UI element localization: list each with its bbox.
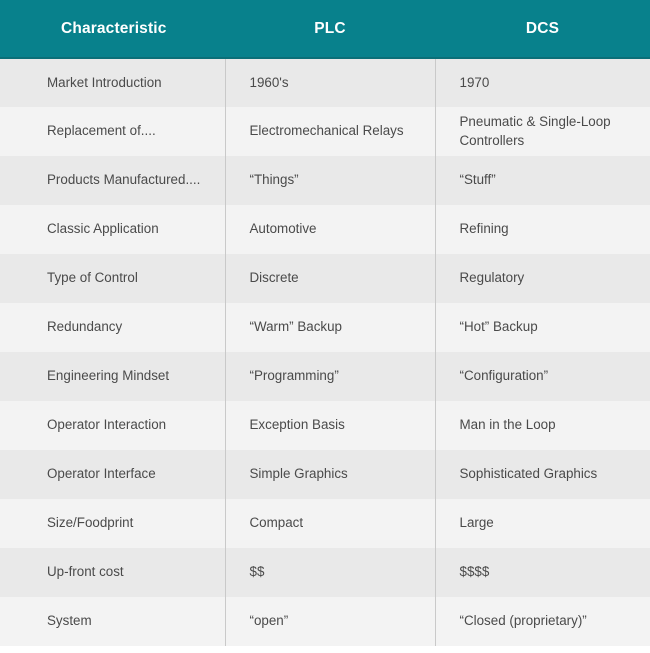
cell-dcs: Man in the Loop xyxy=(434,401,650,450)
table-row: Products Manufactured.... “Things” “Stuff” xyxy=(0,156,650,205)
table-row: Redundancy “Warm” Backup “Hot” Backup xyxy=(0,303,650,352)
cell-plc: “Programming” xyxy=(224,352,435,401)
cell-plc: Simple Graphics xyxy=(224,450,435,499)
cell-dcs: “Stuff” xyxy=(434,156,650,205)
cell-characteristic: Products Manufactured.... xyxy=(47,172,201,188)
cell-plc: $$ xyxy=(224,548,435,597)
cell-dcs: “Configuration” xyxy=(434,352,650,401)
table-row: System “open” “Closed (proprietary)” xyxy=(0,597,650,646)
cell-characteristic: Operator Interface xyxy=(47,466,156,482)
table-row: Engineering Mindset “Programming” “Configu… xyxy=(0,352,650,401)
cell-characteristic: Type of Control xyxy=(47,270,138,286)
cell-dcs: “Closed (proprietary)” xyxy=(434,597,650,646)
table-header-row: Characteristic PLC DCS xyxy=(0,0,650,59)
cell-dcs: Large xyxy=(434,499,650,548)
column-header-plc: PLC xyxy=(225,0,435,59)
column-header-dcs: DCS xyxy=(435,0,650,59)
cell-characteristic: Replacement of.... xyxy=(47,123,156,139)
table-row: Market Introduction 1960's 1970 xyxy=(0,58,650,107)
cell-plc: Automotive xyxy=(224,205,435,254)
table-body: Market Introduction 1960's 1970 Replacement… xyxy=(0,58,650,646)
table-header: Characteristic PLC DCS xyxy=(0,0,650,59)
cell-plc: 1960's xyxy=(224,58,435,107)
cell-characteristic: Operator Interaction xyxy=(47,417,167,433)
cell-characteristic: System xyxy=(47,613,92,629)
cell-characteristic: Redundancy xyxy=(47,319,123,335)
cell-plc: Electromechanical Relays xyxy=(224,107,435,156)
cell-dcs: Regulatory xyxy=(434,254,650,303)
cell-plc: “Warm” Backup xyxy=(224,303,435,352)
table-row: Operator Interaction Exception Basis Man i… xyxy=(0,401,650,450)
table-row: Up-front cost $$ $$$$ xyxy=(0,548,650,597)
plc-dcs-comparison-table: Characteristic PLC DCS Market Introducti… xyxy=(0,0,650,646)
cell-dcs: “Hot” Backup xyxy=(434,303,650,352)
column-header-characteristic: Characteristic xyxy=(0,0,225,59)
cell-characteristic: Classic Application xyxy=(47,221,159,237)
cell-dcs: Refining xyxy=(434,205,650,254)
cell-plc: Exception Basis xyxy=(224,401,435,450)
table-row: Type of Control Discrete Regulatory xyxy=(0,254,650,303)
cell-characteristic: Engineering Mindset xyxy=(47,368,170,384)
cell-dcs: $$$$ xyxy=(434,548,650,597)
cell-dcs: Pneumatic & Single-Loop Controllers xyxy=(434,107,650,156)
cell-plc: “Things” xyxy=(224,156,435,205)
cell-plc: Discrete xyxy=(224,254,435,303)
cell-plc: “open” xyxy=(224,597,435,646)
table-row: Operator Interface Simple Graphics Sophist… xyxy=(0,450,650,499)
cell-dcs: Sophisticated Graphics xyxy=(434,450,650,499)
table-row: Size/Foodprint Compact Large xyxy=(0,499,650,548)
cell-characteristic: Size/Foodprint xyxy=(47,515,134,531)
cell-dcs: 1970 xyxy=(434,58,650,107)
table-row: Replacement of.... Electromechanical Rela… xyxy=(0,107,650,156)
cell-characteristic: Up-front cost xyxy=(47,564,124,580)
comparison-table-container: Characteristic PLC DCS Market Introducti… xyxy=(0,0,650,653)
cell-plc: Compact xyxy=(224,499,435,548)
table-row: Classic Application Automotive Refining xyxy=(0,205,650,254)
cell-characteristic: Market Introduction xyxy=(47,74,162,90)
